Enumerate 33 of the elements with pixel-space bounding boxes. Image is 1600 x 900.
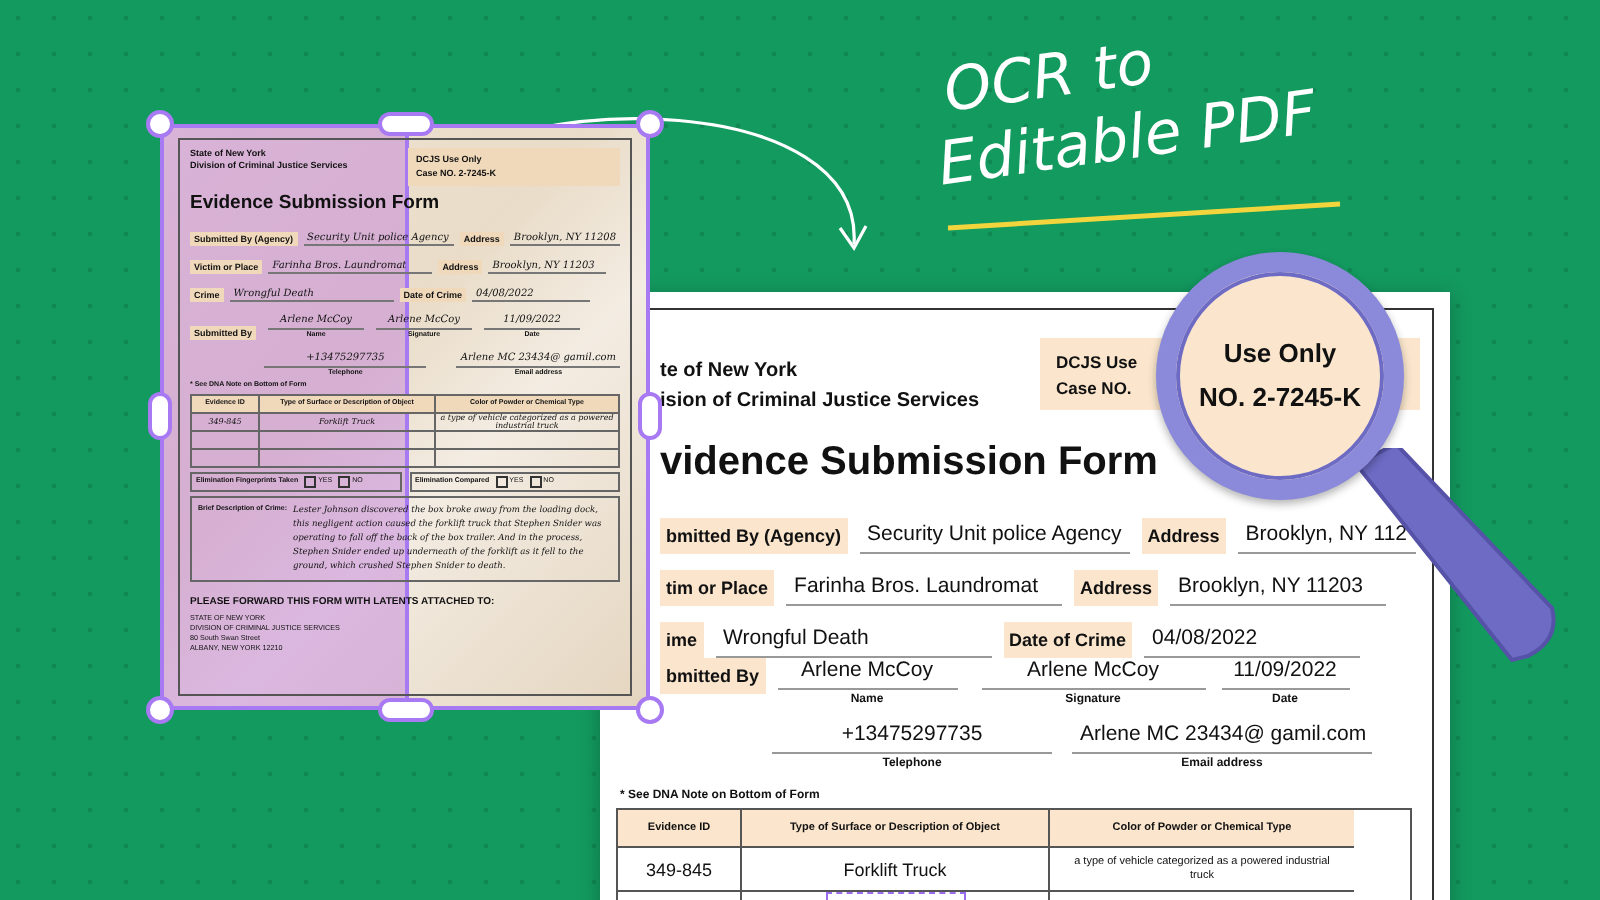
- field-value: 04/08/2022: [1144, 626, 1361, 658]
- field-label: tim or Place: [660, 570, 775, 606]
- checkbox[interactable]: [304, 475, 317, 487]
- field-value: Security Unit police Agency: [859, 522, 1130, 554]
- field-label: ime: [660, 622, 704, 658]
- field-value: Arlene McCoy: [777, 658, 958, 690]
- form-title: vidence Submission Form: [660, 440, 1160, 486]
- field-value: Farinha Bros. Laundromat: [786, 574, 1063, 606]
- field-value: Arlene McCoy: [981, 658, 1206, 690]
- checkbox[interactable]: [495, 475, 508, 487]
- corner-handle[interactable]: [146, 110, 174, 138]
- agency-text: ision of Criminal Justice Services: [660, 388, 980, 416]
- field-value: 11/09/2022: [1221, 658, 1350, 690]
- field-label: bmitted By (Agency): [660, 518, 848, 554]
- agency-text: te of New York: [660, 358, 800, 386]
- field-value: +13475297735: [772, 722, 1052, 754]
- edge-handle[interactable]: [378, 698, 434, 722]
- table-cell: Forklift Truck: [742, 848, 1050, 892]
- edge-handle[interactable]: [638, 392, 662, 440]
- field-label: Address: [1074, 570, 1159, 606]
- field-label: bmitted By: [660, 658, 766, 694]
- checkbox[interactable]: [338, 475, 351, 487]
- form-title: Evidence Submission Form: [190, 192, 442, 216]
- field-value: Arlene MC 23434@ gamil.com: [1072, 722, 1372, 754]
- checkbox[interactable]: [529, 475, 542, 487]
- corner-handle[interactable]: [636, 110, 664, 138]
- table-cell: 349-845: [618, 848, 742, 892]
- field-label: Address: [1141, 518, 1226, 554]
- edge-handle[interactable]: [378, 112, 434, 136]
- edge-handle[interactable]: [148, 392, 172, 440]
- field-label: Date of Crime: [1003, 622, 1133, 658]
- corner-handle[interactable]: [146, 696, 174, 724]
- field-value: Brooklyn, NY 11203: [1170, 574, 1387, 606]
